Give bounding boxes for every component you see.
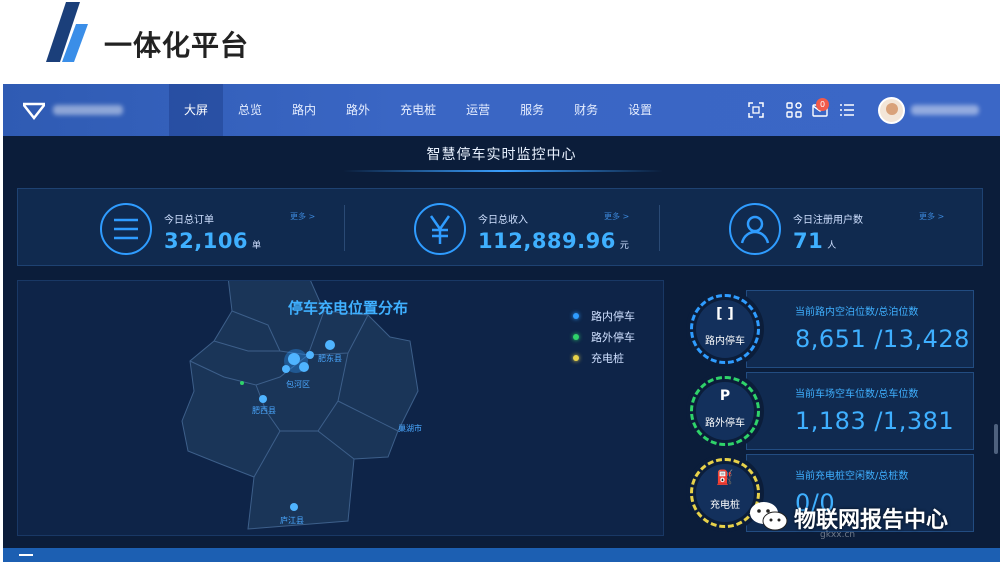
- nav-item-finance[interactable]: 财务: [559, 84, 613, 136]
- watermark-text: 物联网报告中心: [794, 508, 949, 533]
- nav-item-settings[interactable]: 设置: [613, 84, 667, 136]
- app-window: 大屏 总览 路内 路外 充电桩 运营 服务 财务 设置 0 智慧停车实时监控中心…: [3, 84, 1000, 562]
- yen-icon: [414, 203, 466, 255]
- bottom-mark: [19, 554, 33, 556]
- badge-name: 路内停车: [705, 336, 745, 347]
- stat-users: 今日注册用户数 更多 > 71 人: [647, 189, 967, 267]
- screen-title: 智慧停车实时监控中心: [426, 147, 577, 163]
- stat-value: 32,106 单: [164, 229, 262, 253]
- panel-label: 当前路内空泊位数/总泊位数: [795, 307, 919, 318]
- stat-value: 71 人: [793, 229, 837, 253]
- more-link[interactable]: 更多 >: [290, 211, 315, 222]
- legend-item[interactable]: 路外停车: [573, 326, 635, 347]
- stat-number: 32,106: [164, 229, 249, 253]
- map-place-label: 包河区: [286, 380, 310, 389]
- list-icon: [100, 203, 152, 255]
- stat-unit: 单: [252, 241, 262, 251]
- panel-box: 当前路内空泊位数/总泊位数 8,651 /13,428: [746, 290, 974, 368]
- legend-label: 路内停车: [591, 309, 635, 323]
- top-navbar: 大屏 总览 路内 路外 充电桩 运营 服务 财务 设置 0: [3, 84, 1000, 136]
- on-street-badge: [ ] 路内停车: [686, 290, 764, 368]
- stat-orders: 今日总订单 更多 > 32,106 单: [18, 189, 338, 267]
- nav-item-operations[interactable]: 运营: [451, 84, 505, 136]
- map-place-label: 巢湖市: [398, 424, 422, 433]
- nav-item-overview[interactable]: 总览: [223, 84, 277, 136]
- map-panel: 包河区 肥西县 巢湖市 庐江县 肥东县 停车充电位置分布 路内停车 路外停车 充…: [17, 280, 664, 536]
- watermark-sub: gkxx.cn: [820, 530, 856, 540]
- map-place-label: 肥西县: [252, 406, 276, 415]
- panel-value: 1,183 /1,381: [795, 407, 955, 435]
- nav-item-off-street[interactable]: 路外: [331, 84, 385, 136]
- panel-label: 当前充电桩空闲数/总桩数: [795, 471, 909, 482]
- slide-title: 一体化平台: [104, 29, 250, 62]
- more-link[interactable]: 更多 >: [604, 211, 629, 222]
- map-place-label: 肥东县: [318, 354, 342, 363]
- wechat-icon: [750, 502, 788, 531]
- parking-icon: P: [719, 388, 731, 404]
- map-title: 停车充电位置分布: [288, 299, 409, 317]
- badge-name: 路外停车: [705, 418, 745, 429]
- map-legend: 路内停车 路外停车 充电桩: [573, 305, 635, 368]
- legend-dot: [573, 312, 579, 319]
- user-icon: [729, 203, 781, 255]
- menu-list-icon[interactable]: [839, 102, 855, 118]
- brand-name-redacted: [53, 105, 123, 115]
- stat-label: 今日注册用户数: [793, 215, 863, 226]
- user-avatar[interactable]: [878, 97, 905, 124]
- legend-item[interactable]: 路内停车: [573, 305, 635, 326]
- panel-value: 8,651 /13,428: [795, 325, 970, 353]
- scrollbar[interactable]: [994, 424, 998, 454]
- watermark: 物联网报告中心 gkxx.cn: [740, 492, 980, 552]
- stat-unit: 人: [827, 241, 837, 251]
- nav-item-on-street[interactable]: 路内: [277, 84, 331, 136]
- stat-label: 今日总订单: [164, 215, 214, 226]
- stat-number: 71: [793, 229, 824, 253]
- panel-on-street: 当前路内空泊位数/总泊位数 8,651 /13,428 [ ] 路内停车: [686, 290, 974, 368]
- slide: 一体化平台 大屏 总览 路内 路外 充电桩 运营 服务 财务 设置 0 智慧停车…: [0, 0, 1000, 562]
- slide-logo: [46, 2, 88, 62]
- panel-label: 当前车场空车位数/总车位数: [795, 389, 919, 400]
- panel-box: 当前车场空车位数/总车位数 1,183 /1,381: [746, 372, 974, 450]
- notification-badge: 0: [816, 98, 829, 111]
- legend-label: 充电桩: [591, 351, 624, 365]
- off-street-badge: P 路外停车: [686, 372, 764, 450]
- user-name-redacted: [911, 105, 979, 115]
- more-link[interactable]: 更多 >: [919, 211, 944, 222]
- bracket-icon: [ ]: [716, 306, 734, 322]
- title-underline: [343, 170, 663, 172]
- stat-number: 112,889.96: [478, 229, 616, 253]
- nav-item-charging[interactable]: 充电桩: [385, 84, 451, 136]
- legend-dot: [573, 354, 579, 361]
- legend-dot: [573, 333, 579, 340]
- charger-icon: ⛽: [716, 470, 734, 486]
- brand-logo[interactable]: [23, 100, 123, 120]
- apps-grid-icon[interactable]: [786, 102, 802, 118]
- nav-item-dashboard[interactable]: 大屏: [169, 84, 224, 136]
- legend-label: 路外停车: [591, 330, 635, 344]
- stat-unit: 元: [619, 241, 630, 251]
- scan-icon[interactable]: [748, 102, 764, 118]
- stat-label: 今日总收入: [478, 215, 528, 226]
- nav-item-service[interactable]: 服务: [505, 84, 559, 136]
- region-map[interactable]: [18, 281, 665, 537]
- stat-value: 112,889.96 元: [478, 229, 629, 253]
- map-place-label: 庐江县: [280, 516, 304, 525]
- legend-item[interactable]: 充电桩: [573, 347, 635, 368]
- stats-band: 今日总订单 更多 > 32,106 单 今日总收入 更多 > 112,889.96…: [17, 188, 983, 266]
- main-nav: 大屏 总览 路内 路外 充电桩 运营 服务 财务 设置: [169, 84, 667, 136]
- stat-revenue: 今日总收入 更多 > 112,889.96 元: [332, 189, 652, 267]
- brand-mark-icon: [23, 102, 45, 120]
- panel-off-street: 当前车场空车位数/总车位数 1,183 /1,381 P 路外停车: [686, 372, 974, 450]
